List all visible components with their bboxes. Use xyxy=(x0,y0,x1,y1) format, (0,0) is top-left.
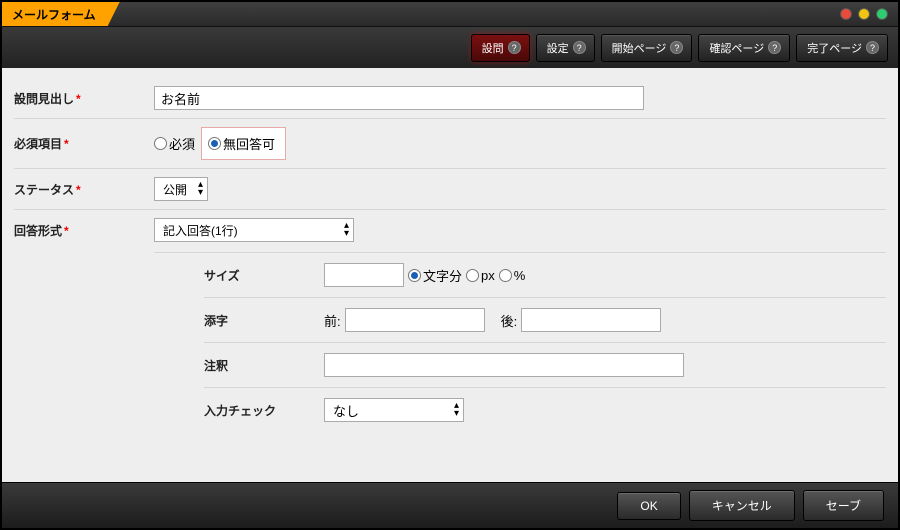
chevron-updown-icon: ▴▾ xyxy=(344,222,349,238)
heading-label: 設問見出し* xyxy=(14,90,154,107)
required-option-required[interactable]: 必須 xyxy=(154,134,195,153)
window-controls xyxy=(840,8,898,20)
minimize-icon[interactable] xyxy=(858,8,870,20)
status-label: ステータス* xyxy=(14,181,154,198)
help-icon[interactable]: ? xyxy=(866,41,879,54)
maximize-icon[interactable] xyxy=(876,8,888,20)
row-heading: 設問見出し* xyxy=(14,78,886,119)
row-status: ステータス* 公開 ▴▾ xyxy=(14,169,886,210)
radio-unit-percent[interactable] xyxy=(499,269,512,282)
help-icon[interactable]: ? xyxy=(670,41,683,54)
titlebar: メールフォーム xyxy=(2,2,898,26)
help-icon[interactable]: ? xyxy=(573,41,586,54)
form-content: 設問見出し* 必須項目* 必須 無回答可 xyxy=(2,68,898,482)
row-affix: 添字 前: 後: xyxy=(204,298,886,343)
tab-label: 確認ページ xyxy=(709,40,764,56)
required-mark: * xyxy=(76,183,81,197)
save-button[interactable]: セーブ xyxy=(803,490,884,521)
required-option-optional[interactable]: 無回答可 xyxy=(208,134,275,153)
affix-after-input[interactable] xyxy=(521,308,661,332)
dialog-window: メールフォーム 設問 ? 設定 ? 開始ページ ? 確認ページ ? 完了ページ … xyxy=(0,0,900,530)
ok-button[interactable]: OK xyxy=(617,492,680,520)
radio-unit-px[interactable] xyxy=(466,269,479,282)
check-select[interactable]: なし ▴▾ xyxy=(324,398,464,422)
chevron-updown-icon: ▴▾ xyxy=(198,181,203,197)
row-answer-type: 回答形式* 記入回答(1行) ▴▾ xyxy=(14,210,886,246)
affix-label: 添字 xyxy=(204,312,324,329)
tab-label: 設定 xyxy=(547,40,569,56)
required-mark: * xyxy=(76,92,81,106)
answer-type-select[interactable]: 記入回答(1行) ▴▾ xyxy=(154,218,354,242)
highlighted-option: 無回答可 xyxy=(201,127,286,160)
size-unit-percent[interactable]: % xyxy=(499,268,526,283)
size-input[interactable] xyxy=(324,263,404,287)
size-label: サイズ xyxy=(204,267,324,284)
close-icon[interactable] xyxy=(840,8,852,20)
tab-label: 完了ページ xyxy=(807,40,862,56)
answer-subsettings: サイズ 文字分 px % xyxy=(154,252,886,432)
tab-start-page[interactable]: 開始ページ ? xyxy=(601,34,693,62)
tab-strip: 設問 ? 設定 ? 開始ページ ? 確認ページ ? 完了ページ ? xyxy=(2,26,898,68)
row-note: 注釈 xyxy=(204,343,886,388)
radio-required[interactable] xyxy=(154,137,167,150)
row-input-check: 入力チェック なし ▴▾ xyxy=(204,388,886,432)
note-label: 注釈 xyxy=(204,357,324,374)
help-icon[interactable]: ? xyxy=(508,41,521,54)
tab-complete-page[interactable]: 完了ページ ? xyxy=(796,34,888,62)
size-unit-chars[interactable]: 文字分 xyxy=(408,266,462,285)
status-select[interactable]: 公開 ▴▾ xyxy=(154,177,208,201)
size-unit-px[interactable]: px xyxy=(466,268,495,283)
row-size: サイズ 文字分 px % xyxy=(204,253,886,298)
heading-input[interactable] xyxy=(154,86,644,110)
help-icon[interactable]: ? xyxy=(768,41,781,54)
chevron-updown-icon: ▴▾ xyxy=(454,402,459,418)
required-mark: * xyxy=(64,137,69,151)
affix-before-input[interactable] xyxy=(345,308,485,332)
row-required: 必須項目* 必須 無回答可 xyxy=(14,119,886,169)
tab-settings[interactable]: 設定 ? xyxy=(536,34,595,62)
required-label: 必須項目* xyxy=(14,135,154,152)
answer-type-label: 回答形式* xyxy=(14,222,154,239)
tab-confirm-page[interactable]: 確認ページ ? xyxy=(698,34,790,62)
tab-questions[interactable]: 設問 ? xyxy=(471,34,530,62)
note-input[interactable] xyxy=(324,353,684,377)
window-title: メールフォーム xyxy=(2,2,120,26)
tab-label: 開始ページ xyxy=(612,40,667,56)
affix-after-label: 後: xyxy=(501,311,518,330)
radio-unit-chars[interactable] xyxy=(408,269,421,282)
tab-label: 設問 xyxy=(482,40,504,56)
required-mark: * xyxy=(64,224,69,238)
cancel-button[interactable]: キャンセル xyxy=(689,490,795,521)
radio-optional[interactable] xyxy=(208,137,221,150)
dialog-footer: OK キャンセル セーブ xyxy=(2,482,898,528)
affix-before-label: 前: xyxy=(324,311,341,330)
check-label: 入力チェック xyxy=(204,402,324,419)
